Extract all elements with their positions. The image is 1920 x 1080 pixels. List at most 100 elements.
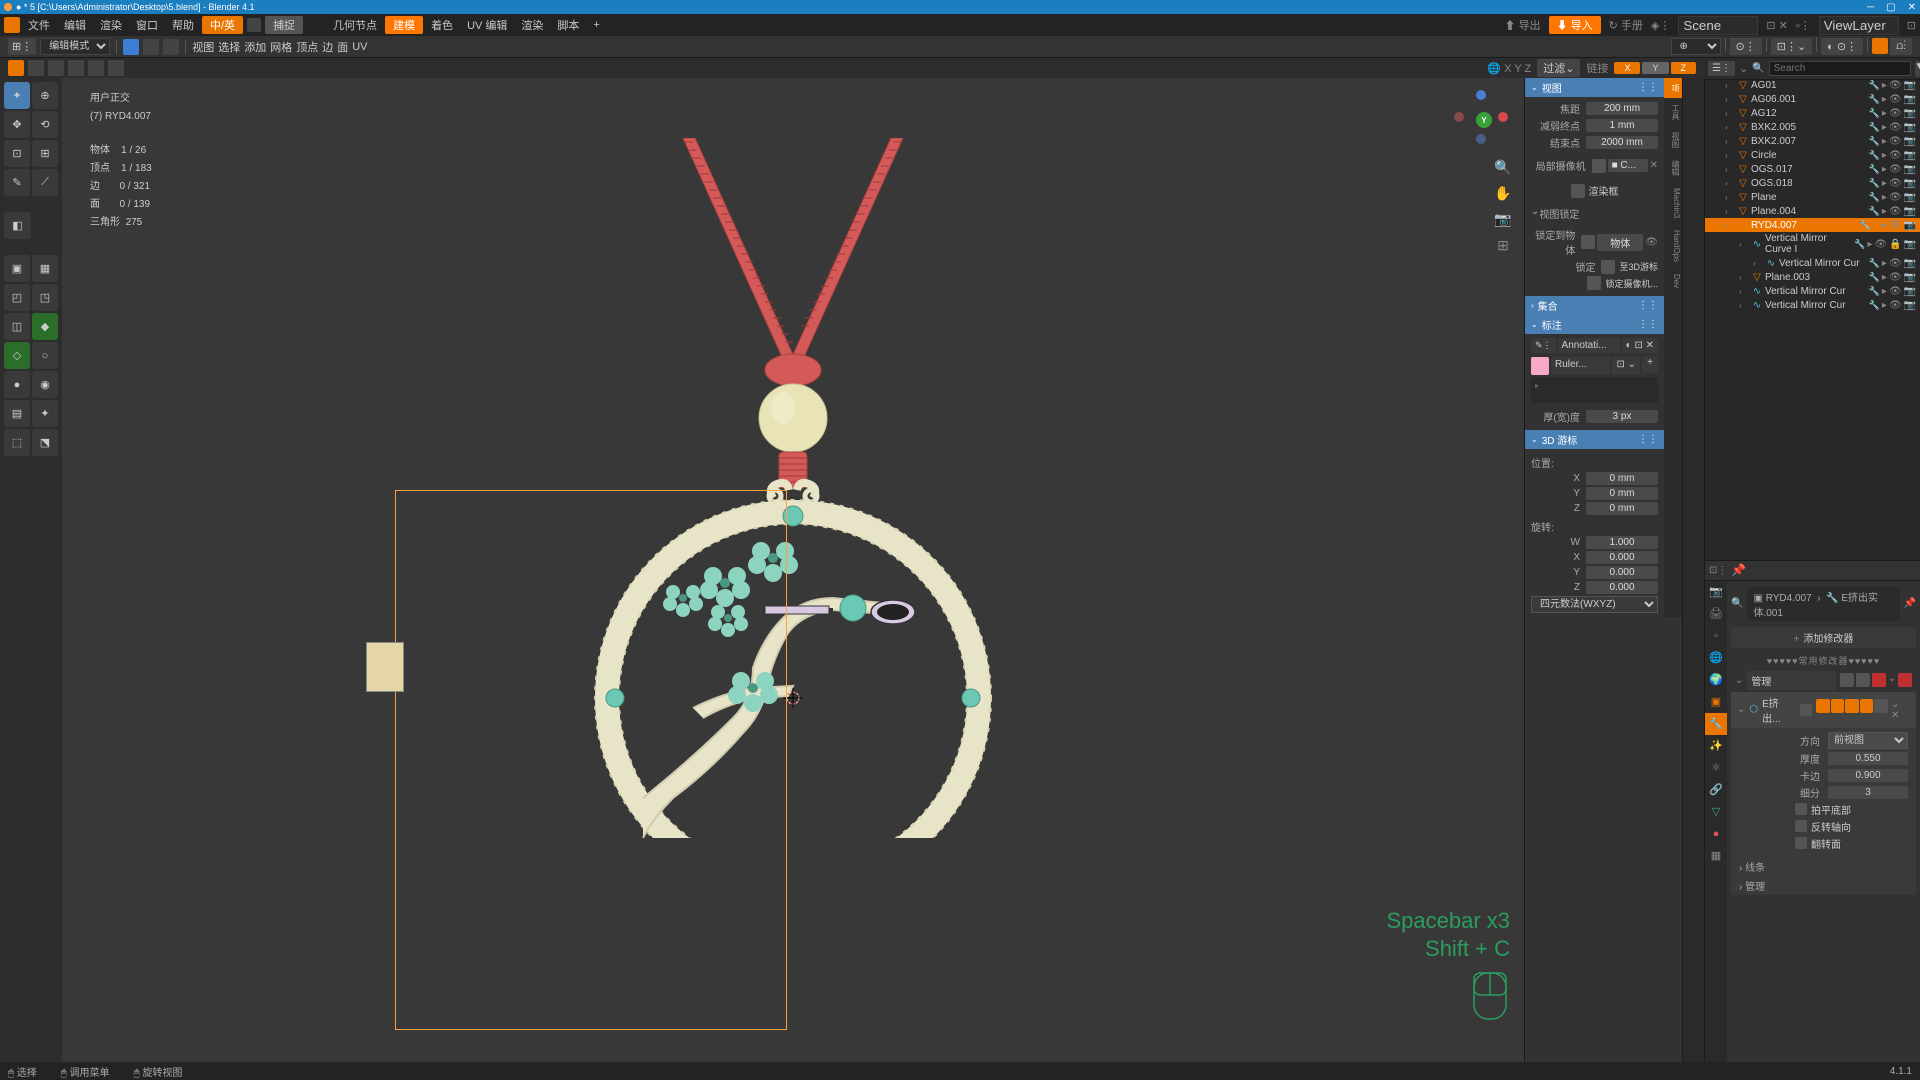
randomize-tool[interactable]: ◉ <box>32 371 58 398</box>
scene-input[interactable] <box>1678 16 1758 35</box>
mod-apply-icon[interactable] <box>1874 699 1888 713</box>
overlay-btn-1[interactable] <box>8 60 24 76</box>
ptab-modifier[interactable]: 🔧 <box>1705 713 1727 735</box>
ruler-add-icon[interactable]: + <box>1642 357 1658 373</box>
vtab-tool[interactable]: 工具 <box>1664 98 1682 126</box>
header-view[interactable]: 视图 <box>192 39 214 55</box>
breadcrumb[interactable]: ▣ RYD4.007 › 🔧 E挤出实体.001 <box>1747 587 1899 621</box>
poly-build-tool[interactable]: ◇ <box>4 342 30 369</box>
vtab-view[interactable]: 视图 <box>1664 126 1682 154</box>
tab-render[interactable]: 渲染 <box>515 15 549 35</box>
annotate-panel-header[interactable]: ⌄标注⋮⋮ <box>1525 315 1664 334</box>
add-modifier-button[interactable]: +添加修改器 <box>1731 627 1916 648</box>
outliner-item-vertical-mirror-cur[interactable]: ›∿Vertical Mirror Cur🔧▸👁📷 <box>1705 256 1920 270</box>
mode-select[interactable]: 编辑模式 <box>40 38 110 55</box>
vtab-item[interactable]: 项 <box>1664 78 1682 98</box>
filter-button[interactable]: 过滤⌄ <box>1537 59 1580 77</box>
outliner-tree[interactable]: ›▽AG01🔧▸👁📷›▽AG06.001🔧▸👁📷›▽AG12🔧▸👁📷›▽BXK2… <box>1705 78 1920 560</box>
annotate-tool[interactable]: ✎ <box>4 169 30 196</box>
props-pin-icon[interactable]: 📌 <box>1731 563 1746 577</box>
outliner-item-circle[interactable]: ›▽Circle🔧▸👁📷 <box>1705 148 1920 162</box>
ptab-texture[interactable]: ▦ <box>1705 845 1727 867</box>
smooth-tool[interactable]: ● <box>4 371 30 398</box>
mod-sub-wireframe[interactable]: › 线条 <box>1731 857 1916 876</box>
mod-render-icon[interactable] <box>1831 699 1845 713</box>
render-border-checkbox[interactable] <box>1571 184 1585 198</box>
outliner-item-ogs-017[interactable]: ›▽OGS.017🔧▸👁📷 <box>1705 162 1920 176</box>
ruler-color-swatch[interactable] <box>1531 357 1549 375</box>
snap-select[interactable]: ⊡⋮⌄ <box>1771 38 1812 55</box>
menu-render[interactable]: 渲染 <box>94 15 128 35</box>
outliner-item-ag12[interactable]: ›▽AG12🔧▸👁📷 <box>1705 106 1920 120</box>
maximize-button[interactable]: ▢ <box>1886 2 1895 13</box>
tab-add[interactable]: + <box>587 17 605 33</box>
move-tool[interactable]: ✥ <box>4 111 30 138</box>
mgr-btn-3[interactable] <box>1872 673 1886 687</box>
cursor-rw[interactable]: 1.000 <box>1586 536 1658 549</box>
orientation-select[interactable]: ⊕ <box>1671 38 1721 55</box>
gizmo-x[interactable] <box>1498 112 1508 122</box>
annotation-unlink-icon[interactable]: ◐ ⊡ ✕ <box>1622 338 1658 353</box>
cursor-rx[interactable]: 0.000 <box>1586 551 1658 564</box>
outliner-item-ag01[interactable]: ›▽AG01🔧▸👁📷 <box>1705 78 1920 92</box>
vtab-dev[interactable]: Dev <box>1664 268 1682 294</box>
collection-panel-header[interactable]: ›集合⋮⋮ <box>1525 296 1664 315</box>
add-cube-tool[interactable]: ◧ <box>4 212 31 239</box>
editor-type-icon[interactable]: ⊞⋮ <box>8 38 36 55</box>
outliner-filter-icon[interactable]: ▼ <box>1915 61 1920 77</box>
outliner-item-plane-004[interactable]: ›▽Plane.004🔧▸👁📷 <box>1705 204 1920 218</box>
outliner-item-plane[interactable]: ›▽Plane🔧▸👁📷 <box>1705 190 1920 204</box>
ptab-render[interactable]: 📷 <box>1705 581 1727 603</box>
gizmo-y[interactable]: Y <box>1476 112 1492 128</box>
cursor-z[interactable]: 0 mm <box>1586 502 1658 515</box>
outliner-item-ogs-018[interactable]: ›▽OGS.018🔧▸👁📷 <box>1705 176 1920 190</box>
ptab-object[interactable]: ▣ <box>1705 691 1727 713</box>
header-face[interactable]: 面 <box>337 39 348 55</box>
rotate-tool[interactable]: ⟲ <box>32 111 58 138</box>
axis-z[interactable]: Z <box>1671 62 1697 74</box>
axis-x[interactable]: X <box>1614 62 1640 74</box>
vtab-edit[interactable]: 编辑 <box>1664 154 1682 182</box>
viewlayer-dropdown-icon[interactable]: ▫⋮ <box>1796 19 1811 32</box>
scene-icons[interactable]: ⊡ ✕ <box>1766 19 1788 32</box>
menu-edit[interactable]: 编辑 <box>58 15 92 35</box>
vtab-mw[interactable]: Machin3 <box>1664 182 1682 224</box>
tab-geo-nodes[interactable]: 几何节点 <box>327 15 383 35</box>
spin-tool[interactable]: ○ <box>32 342 58 369</box>
close-button[interactable]: ✕ <box>1908 2 1916 13</box>
minimize-button[interactable]: ─ <box>1867 2 1874 13</box>
clip-end[interactable]: 2000 mm <box>1586 136 1658 149</box>
select-box-tool[interactable]: ✦ <box>4 82 30 109</box>
menu-help[interactable]: 帮助 <box>166 15 200 35</box>
snap-toggle[interactable]: 捕捉 <box>265 16 303 34</box>
proportional-edit[interactable]: ◐ ⊙⋮ <box>1821 38 1863 55</box>
header-add[interactable]: 添加 <box>244 39 266 55</box>
ptab-data[interactable]: ▽ <box>1705 801 1727 823</box>
edge-select-mode[interactable] <box>143 39 159 55</box>
header-edge[interactable]: 边 <box>322 39 333 55</box>
knife-tool[interactable]: ◆ <box>32 313 58 340</box>
cursor-tool[interactable]: ⊕ <box>32 82 58 109</box>
outliner-item-vertical-mirror-curve-i[interactable]: ›∿Vertical Mirror Curve I🔧▸👁🔒📷 <box>1705 232 1920 256</box>
overlay-btn-2[interactable] <box>28 60 44 76</box>
inset-tool[interactable]: ◰ <box>4 284 30 311</box>
view-lock-header[interactable]: ⌄ 视图锁定 <box>1525 204 1664 223</box>
mod-thickness[interactable]: 0.550 <box>1828 752 1908 765</box>
edge-slide-tool[interactable]: ▤ <box>4 400 30 427</box>
mesh-edit-mode-icon[interactable] <box>1872 38 1888 54</box>
axis-y[interactable]: Y <box>1642 62 1668 74</box>
header-mesh[interactable]: 网格 <box>270 39 292 55</box>
blender-logo-icon[interactable] <box>4 17 20 33</box>
measure-tool[interactable]: ⟋ <box>32 169 58 196</box>
viewlayer-input[interactable] <box>1819 16 1899 35</box>
transform-tool[interactable]: ⊞ <box>32 140 58 167</box>
tab-uv-edit[interactable]: UV 编辑 <box>461 15 513 35</box>
mgr-btn-2[interactable] <box>1856 673 1870 687</box>
outliner-item-bxk2-005[interactable]: ›▽BXK2.005🔧▸👁📷 <box>1705 120 1920 134</box>
mod-cage-icon[interactable] <box>1860 699 1874 713</box>
flip-axis-checkbox[interactable] <box>1795 820 1807 832</box>
tab-shading[interactable]: 着色 <box>425 15 459 35</box>
scale-tool[interactable]: ⊡ <box>4 140 30 167</box>
reference-image[interactable] <box>366 642 404 692</box>
outliner-item-vertical-mirror-cur[interactable]: ›∿Vertical Mirror Cur🔧▸👁📷 <box>1705 298 1920 312</box>
